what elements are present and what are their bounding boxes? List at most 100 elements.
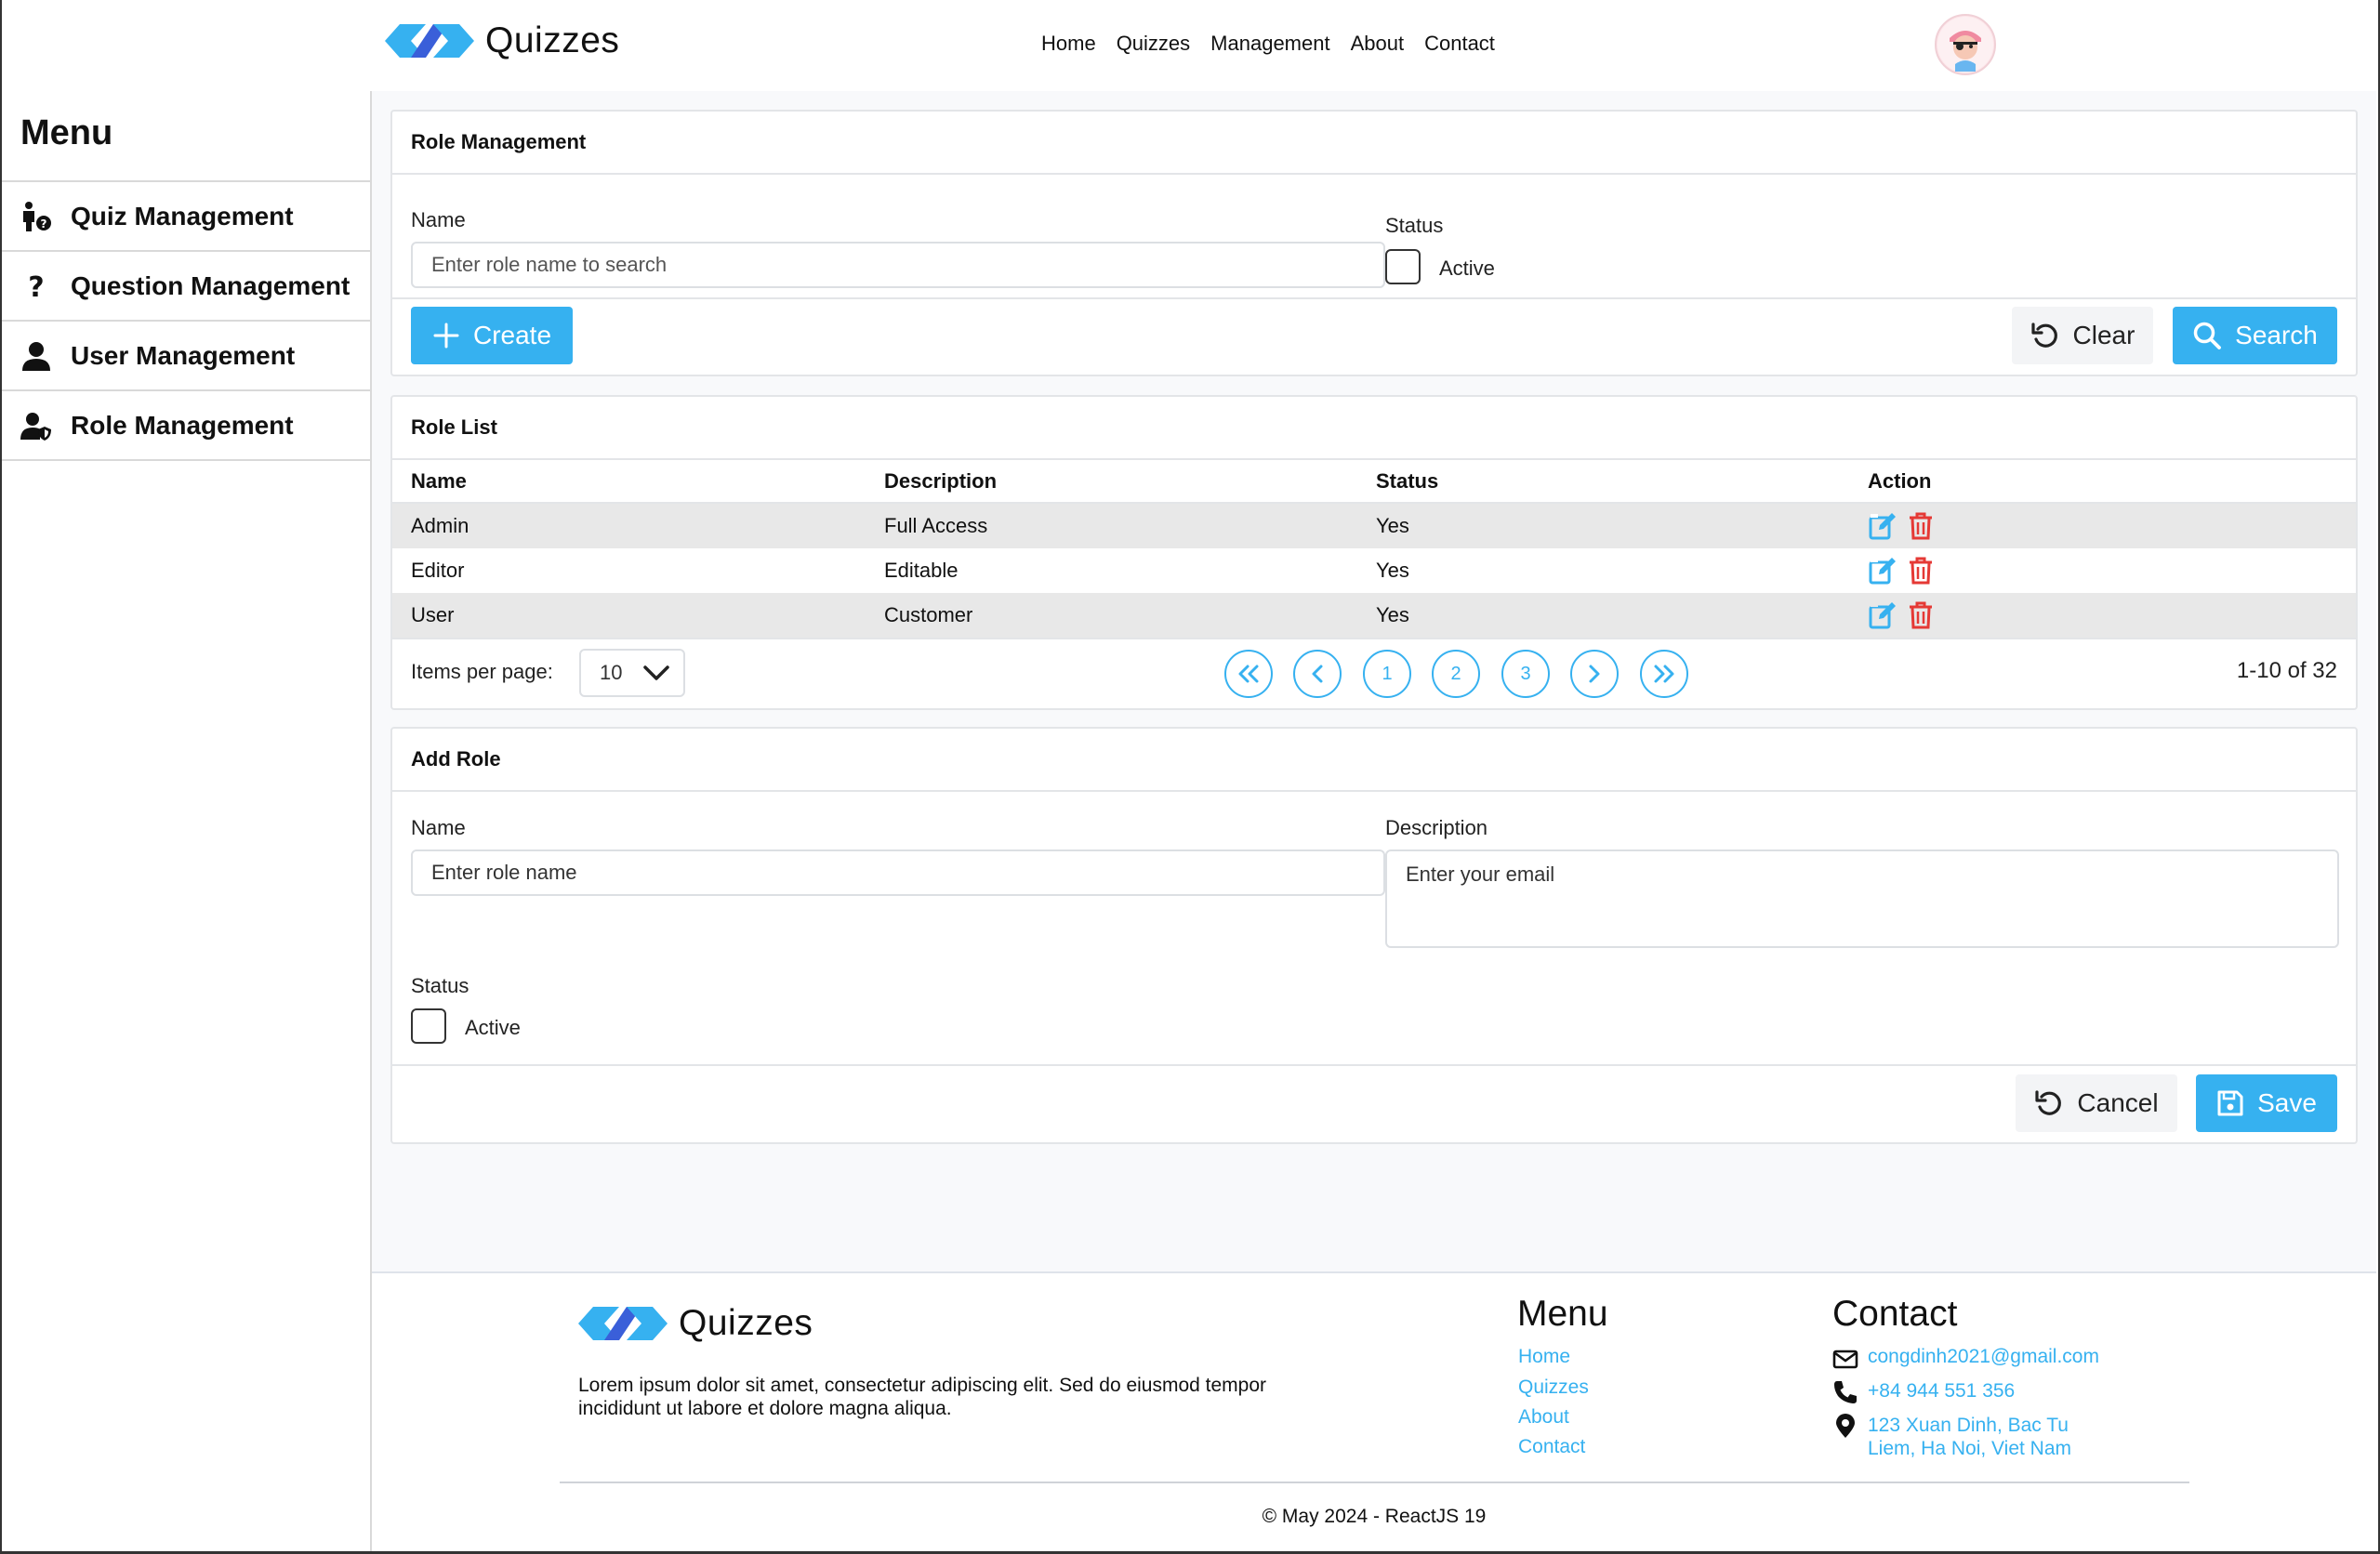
search-button-label: Search bbox=[2235, 321, 2318, 349]
plus-icon bbox=[433, 323, 459, 349]
prev-page-button[interactable] bbox=[1293, 650, 1342, 698]
search-button[interactable]: Search bbox=[2173, 307, 2337, 364]
active-checkbox[interactable] bbox=[411, 1008, 446, 1044]
page-button-2[interactable]: 2 bbox=[1432, 650, 1480, 698]
page-button-1[interactable]: 1 bbox=[1363, 650, 1411, 698]
nav-home[interactable]: Home bbox=[1041, 32, 1096, 56]
chevron-left-icon bbox=[1312, 665, 1323, 683]
footer-address-line2[interactable]: Liem, Ha Noi, Viet Nam bbox=[1868, 1438, 2071, 1460]
sidebar-item-role-management[interactable]: Role Management bbox=[2, 391, 370, 461]
card-title: Add Role bbox=[392, 729, 2356, 792]
create-button[interactable]: Create bbox=[411, 307, 573, 364]
column-header-name: Name bbox=[411, 468, 467, 493]
svg-text:?: ? bbox=[41, 217, 47, 230]
active-checkbox[interactable] bbox=[1385, 249, 1421, 284]
clear-button[interactable]: Clear bbox=[2012, 307, 2153, 364]
footer-phone[interactable]: +84 944 551 356 bbox=[1868, 1380, 2015, 1403]
cell-name: Admin bbox=[411, 514, 469, 537]
edit-icon[interactable] bbox=[1868, 511, 1897, 541]
edit-icon[interactable] bbox=[1868, 600, 1897, 630]
items-per-page-label: Items per page: bbox=[411, 660, 553, 683]
footer-contact-title: Contact bbox=[1832, 1294, 1958, 1334]
user-icon bbox=[20, 340, 52, 372]
pagination-range: 1-10 of 32 bbox=[2236, 658, 2337, 683]
sidebar-item-question-management[interactable]: ? Question Management bbox=[2, 252, 370, 322]
status-label: Status bbox=[411, 974, 469, 997]
sidebar: Menu ? Quiz Management ? Question Manage… bbox=[2, 91, 372, 1551]
footer-link-about[interactable]: About bbox=[1518, 1406, 1569, 1429]
role-search-input[interactable]: Enter role name to search bbox=[411, 242, 1385, 288]
undo-icon bbox=[2035, 1090, 2062, 1115]
cell-actions bbox=[1868, 600, 2333, 630]
card-title: Role List bbox=[392, 397, 2356, 460]
delete-icon[interactable] bbox=[1907, 600, 1935, 630]
table-row: User Customer Yes bbox=[392, 593, 2356, 638]
column-header-action: Action bbox=[1868, 468, 1932, 493]
cell-status: Yes bbox=[1376, 559, 1409, 582]
nav-contact[interactable]: Contact bbox=[1424, 32, 1495, 56]
column-header-status: Status bbox=[1376, 468, 1439, 493]
last-page-button[interactable] bbox=[1640, 650, 1688, 698]
add-role-card: Add Role Name Enter role name Descriptio… bbox=[390, 727, 2358, 1144]
nav-about[interactable]: About bbox=[1351, 32, 1405, 56]
role-name-input[interactable]: Enter role name bbox=[411, 849, 1385, 896]
footer-link-home[interactable]: Home bbox=[1518, 1346, 1570, 1368]
sidebar-title: Menu bbox=[2, 91, 370, 182]
description-label: Description bbox=[1385, 816, 1488, 839]
footer-link-contact[interactable]: Contact bbox=[1518, 1436, 1585, 1458]
page-button-3[interactable]: 3 bbox=[1501, 650, 1550, 698]
cell-actions bbox=[1868, 556, 2333, 586]
nav-quizzes[interactable]: Quizzes bbox=[1117, 32, 1190, 56]
sidebar-item-label: Role Management bbox=[71, 410, 294, 440]
first-page-button[interactable] bbox=[1224, 650, 1273, 698]
clear-button-label: Clear bbox=[2072, 321, 2135, 349]
phone-icon bbox=[1834, 1381, 1857, 1403]
table-header: Name Description Status Action bbox=[392, 460, 2356, 504]
cell-actions bbox=[1868, 511, 2333, 541]
card-title: Role Management bbox=[392, 112, 2356, 175]
search-icon bbox=[2193, 322, 2222, 349]
quizzes-logo-icon bbox=[385, 24, 474, 58]
footer-copyright: © May 2024 - ReactJS 19 bbox=[1262, 1506, 1487, 1527]
footer-brand[interactable]: Quizzes bbox=[578, 1303, 813, 1344]
brand-logo[interactable]: Quizzes bbox=[385, 20, 619, 61]
footer-address-line1[interactable]: 123 Xuan Dinh, Bac Tu bbox=[1868, 1415, 2069, 1437]
footer-description: Lorem ipsum dolor sit amet, consectetur … bbox=[578, 1375, 1267, 1419]
next-page-button[interactable] bbox=[1570, 650, 1619, 698]
cancel-button-label: Cancel bbox=[2077, 1088, 2159, 1117]
sidebar-item-label: Quiz Management bbox=[71, 201, 294, 230]
items-per-page-select[interactable]: 10 bbox=[579, 649, 685, 697]
sidebar-item-user-management[interactable]: User Management bbox=[2, 322, 370, 391]
role-table: Name Description Status Action Admin Ful… bbox=[392, 460, 2356, 638]
floppy-disk-icon bbox=[2217, 1090, 2243, 1116]
top-nav: Home Quizzes Management About Contact bbox=[1041, 32, 1495, 56]
top-header: Quizzes Home Quizzes Management About Co… bbox=[2, 0, 2376, 91]
footer-email[interactable]: congdinh2021@gmail.com bbox=[1868, 1346, 2099, 1368]
sidebar-item-quiz-management[interactable]: ? Quiz Management bbox=[2, 182, 370, 252]
role-list-card: Role List Name Description Status Action… bbox=[390, 395, 2358, 710]
nav-management[interactable]: Management bbox=[1210, 32, 1329, 56]
card-divider bbox=[392, 297, 2356, 299]
footer-menu-title: Menu bbox=[1517, 1294, 1608, 1334]
cancel-button[interactable]: Cancel bbox=[2016, 1074, 2177, 1132]
chevron-down-icon bbox=[643, 665, 669, 680]
main-content: Role Management Name Enter role name to … bbox=[372, 91, 2376, 1271]
delete-icon[interactable] bbox=[1907, 511, 1935, 541]
cell-status: Yes bbox=[1376, 603, 1409, 626]
quizzes-logo-icon bbox=[578, 1307, 668, 1340]
footer-link-quizzes[interactable]: Quizzes bbox=[1518, 1376, 1589, 1399]
double-chevron-left-icon bbox=[1238, 665, 1259, 683]
avatar[interactable] bbox=[1935, 14, 1996, 75]
avatar-pirate-icon bbox=[1937, 17, 1993, 72]
role-management-card: Role Management Name Enter role name to … bbox=[390, 110, 2358, 376]
edit-icon[interactable] bbox=[1868, 556, 1897, 586]
save-button[interactable]: Save bbox=[2196, 1074, 2337, 1132]
create-button-label: Create bbox=[472, 321, 552, 349]
person-question-icon: ? bbox=[20, 201, 52, 232]
delete-icon[interactable] bbox=[1907, 556, 1935, 586]
envelope-icon bbox=[1832, 1350, 1858, 1369]
save-button-label: Save bbox=[2257, 1088, 2317, 1117]
double-chevron-right-icon bbox=[1654, 665, 1674, 683]
column-header-description: Description bbox=[884, 468, 998, 493]
description-textarea[interactable]: Enter your email bbox=[1385, 849, 2339, 948]
